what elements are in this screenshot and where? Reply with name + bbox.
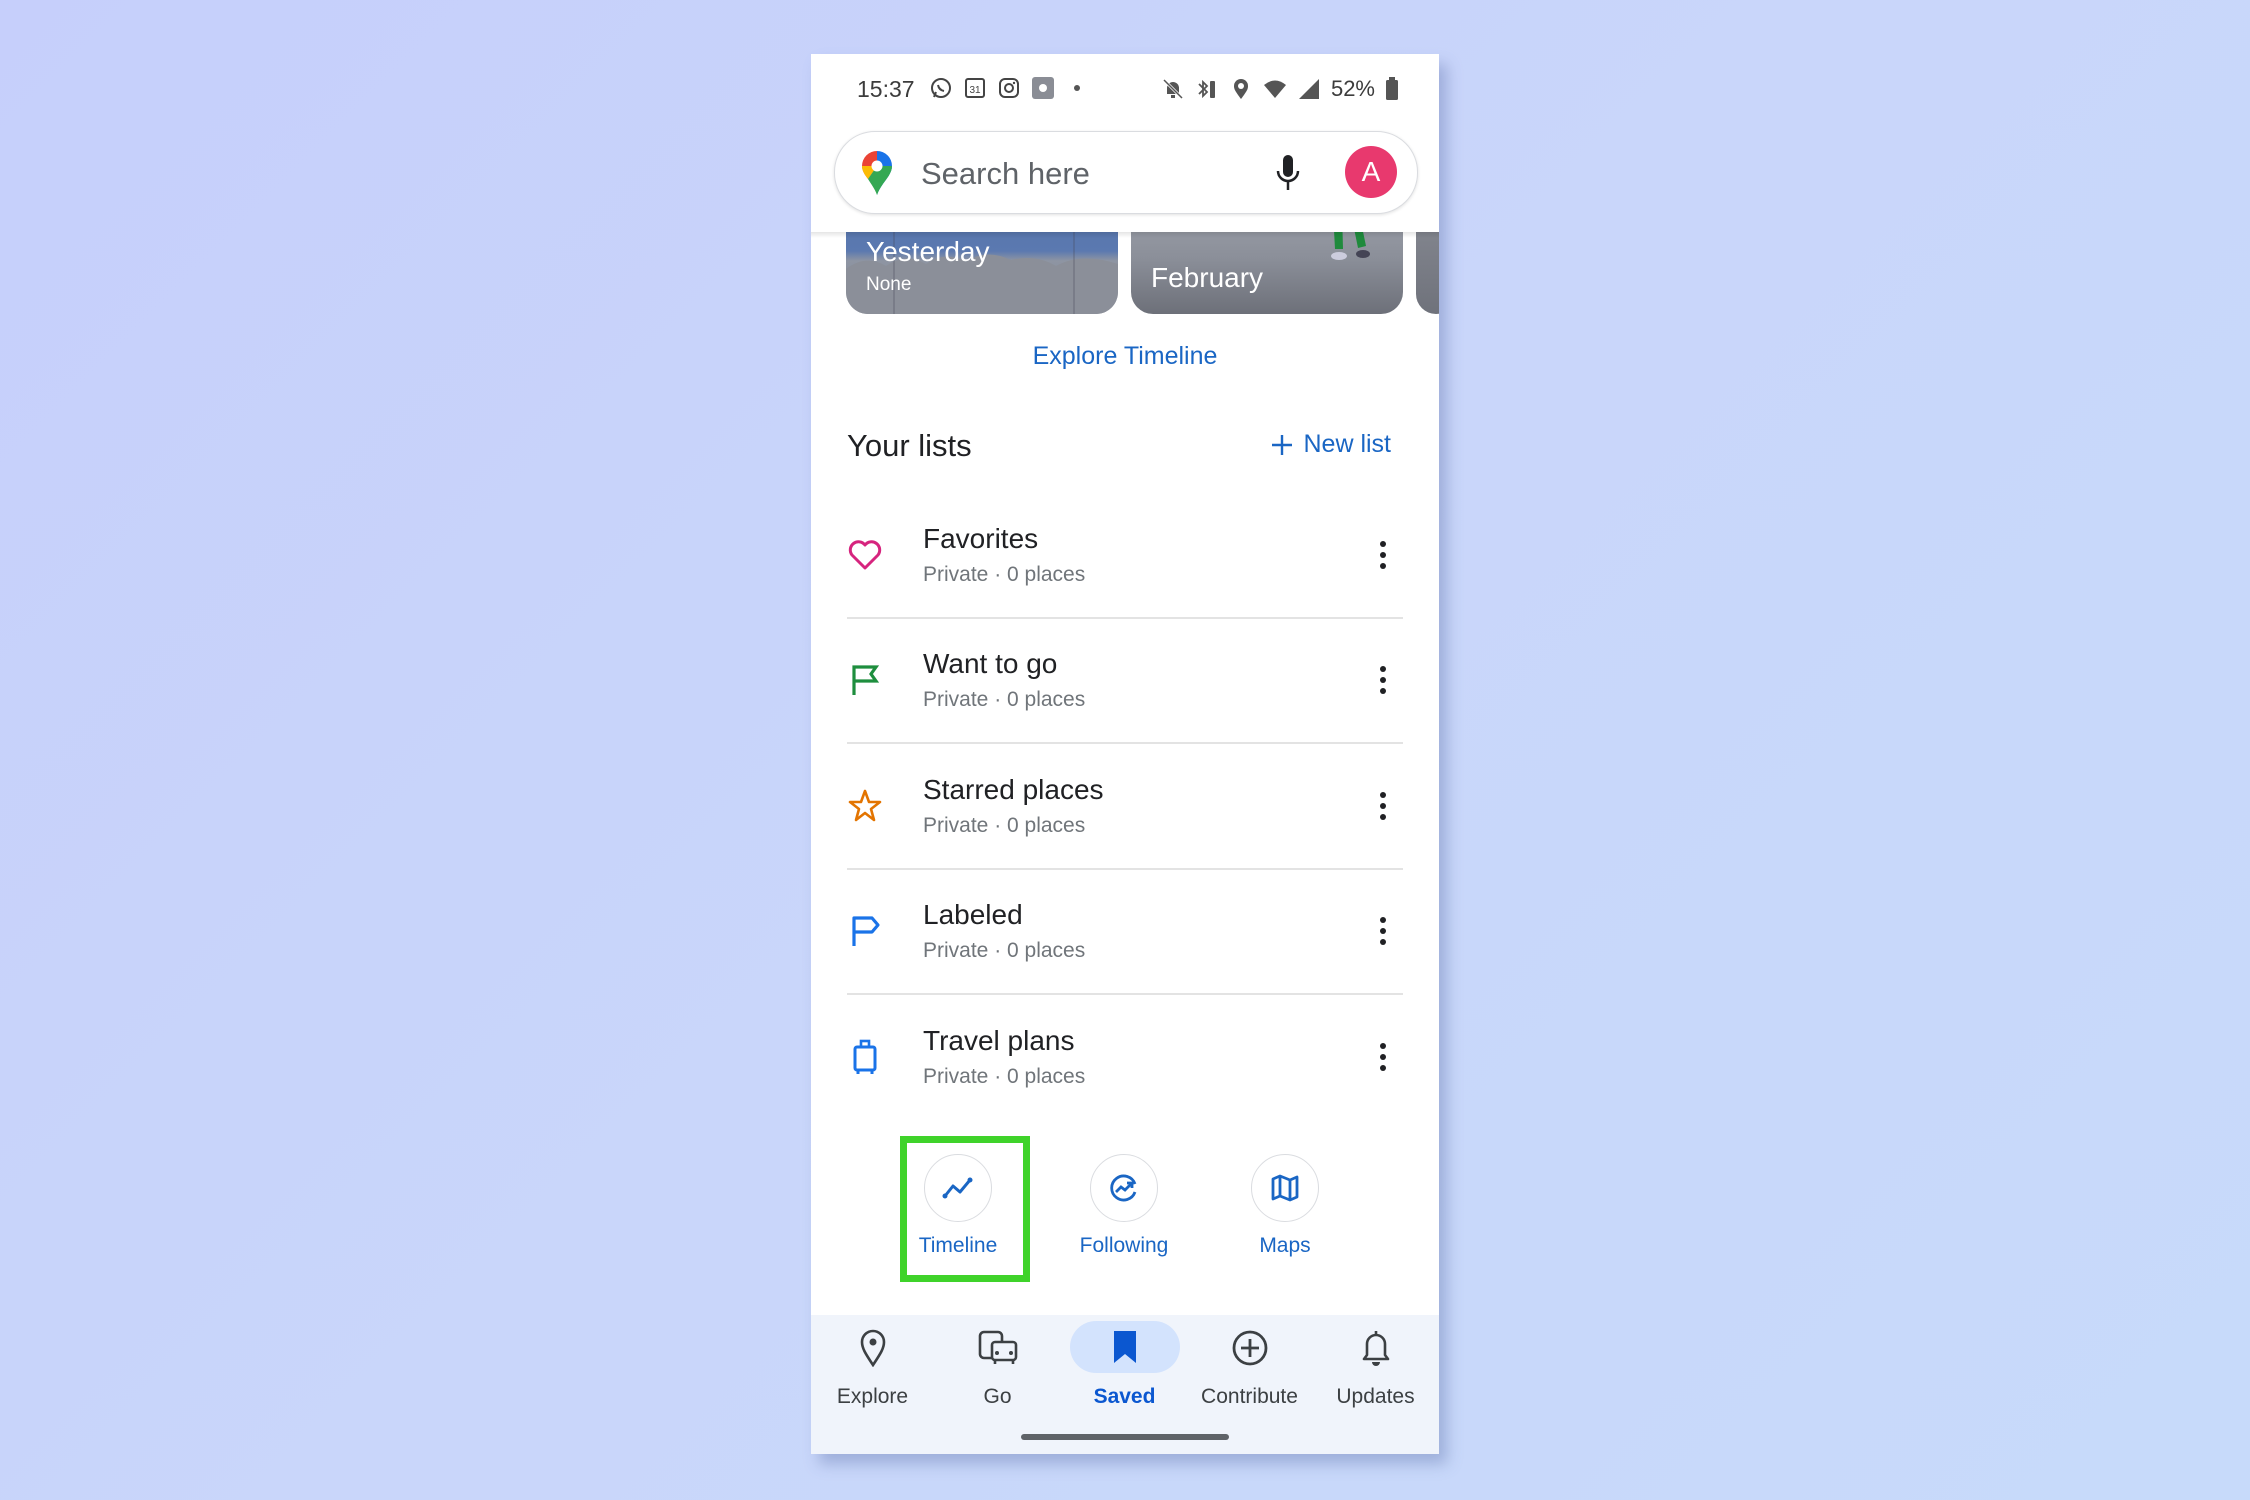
list-item-starred-places[interactable]: Starred places Private · 0 places xyxy=(811,744,1439,869)
nav-updates[interactable]: Updates xyxy=(1313,1315,1438,1409)
settings-app-icon xyxy=(1032,77,1054,99)
bluetooth-icon xyxy=(1198,79,1215,99)
map-icon xyxy=(1271,1174,1299,1202)
list-meta: Private · 0 places xyxy=(923,939,1086,962)
add-circle-icon xyxy=(1232,1330,1267,1366)
search-bar[interactable]: Search here A xyxy=(834,131,1418,214)
list-name: Starred places xyxy=(923,774,1104,805)
following-circle xyxy=(1090,1154,1158,1222)
cell-signal-icon xyxy=(1298,79,1319,99)
following-icon xyxy=(1110,1174,1137,1202)
notification-dot xyxy=(1074,85,1080,91)
nav-go-label: Go xyxy=(983,1385,1012,1408)
list-item-want-to-go[interactable]: Want to go Private · 0 places xyxy=(811,618,1439,743)
status-bar: 15:37 31 52% xyxy=(811,54,1439,128)
wifi-icon xyxy=(1263,80,1286,98)
new-list-button[interactable]: New list xyxy=(1271,430,1391,459)
account-avatar[interactable]: A xyxy=(1345,146,1397,198)
list-name: Favorites xyxy=(923,523,1039,554)
card-title: February xyxy=(1151,262,1264,293)
list-item-travel-plans[interactable]: Travel plans Private · 0 places xyxy=(811,995,1439,1120)
battery-icon xyxy=(1386,77,1398,100)
maps-circle xyxy=(1251,1154,1319,1222)
bell-off-icon xyxy=(1162,78,1184,100)
list-meta: Private · 0 places xyxy=(923,814,1086,837)
more-options-icon[interactable] xyxy=(1377,913,1389,949)
bell-icon xyxy=(1362,1331,1389,1366)
label-flag-icon xyxy=(852,916,880,946)
location-icon xyxy=(1233,79,1248,99)
nav-contribute[interactable]: Contribute xyxy=(1187,1315,1312,1409)
nav-explore-label: Explore xyxy=(836,1385,909,1408)
suitcase-icon xyxy=(853,1039,877,1074)
search-input[interactable]: Search here xyxy=(921,156,1090,192)
more-options-icon[interactable] xyxy=(1377,1039,1389,1075)
list-meta: Private · 0 places xyxy=(923,688,1086,711)
list-name: Want to go xyxy=(923,648,1058,679)
list-item-favorites[interactable]: Favorites Private · 0 places xyxy=(811,493,1439,618)
transit-car-icon xyxy=(978,1330,1017,1364)
your-lists-heading: Your lists xyxy=(847,428,972,463)
list-meta: Private · 0 places xyxy=(923,563,1086,586)
list-meta: Private · 0 places xyxy=(923,1065,1086,1088)
location-pin-icon xyxy=(860,1329,885,1367)
nav-updates-label: Updates xyxy=(1336,1385,1415,1408)
more-options-icon[interactable] xyxy=(1377,662,1389,698)
home-gesture-bar[interactable] xyxy=(1021,1434,1229,1440)
nav-go[interactable]: Go xyxy=(935,1315,1060,1409)
more-options-icon[interactable] xyxy=(1377,537,1389,573)
list-item-labeled[interactable]: Labeled Private · 0 places xyxy=(811,869,1439,994)
following-label: Following xyxy=(1079,1234,1169,1257)
card-subtitle: None xyxy=(866,274,912,295)
more-options-icon[interactable] xyxy=(1377,788,1389,824)
header-shadow xyxy=(811,232,1439,238)
nav-saved-label: Saved xyxy=(1093,1385,1156,1408)
google-maps-logo-icon xyxy=(862,151,892,195)
whatsapp-icon xyxy=(931,78,951,98)
new-list-label: New list xyxy=(1303,430,1391,458)
flag-icon xyxy=(852,665,880,695)
battery-percent: 52% xyxy=(1330,76,1375,101)
instagram-icon xyxy=(999,78,1019,98)
list-name: Travel plans xyxy=(923,1025,1075,1056)
maps-button[interactable]: Maps xyxy=(1225,1154,1345,1258)
timeline-highlight-box xyxy=(900,1136,1030,1282)
explore-timeline-link[interactable]: Explore Timeline xyxy=(811,342,1439,371)
card-title: Yesterday xyxy=(866,236,990,267)
star-icon xyxy=(848,789,882,822)
heart-icon xyxy=(848,540,882,570)
nav-contribute-label: Contribute xyxy=(1201,1385,1298,1408)
phone-screen: 15:37 31 52% Search here A Yesterday Non… xyxy=(811,54,1439,1454)
microphone-icon[interactable] xyxy=(1275,154,1301,192)
calendar-icon: 31 xyxy=(965,78,985,98)
following-button[interactable]: Following xyxy=(1064,1154,1184,1258)
bookmark-icon xyxy=(1113,1331,1136,1363)
svg-text:31: 31 xyxy=(969,85,981,96)
nav-saved[interactable]: Saved xyxy=(1062,1315,1187,1409)
nav-explore[interactable]: Explore xyxy=(811,1315,935,1409)
maps-label: Maps xyxy=(1259,1234,1311,1257)
plus-icon xyxy=(1272,434,1293,455)
list-name: Labeled xyxy=(923,899,1023,930)
status-time: 15:37 xyxy=(857,76,915,102)
